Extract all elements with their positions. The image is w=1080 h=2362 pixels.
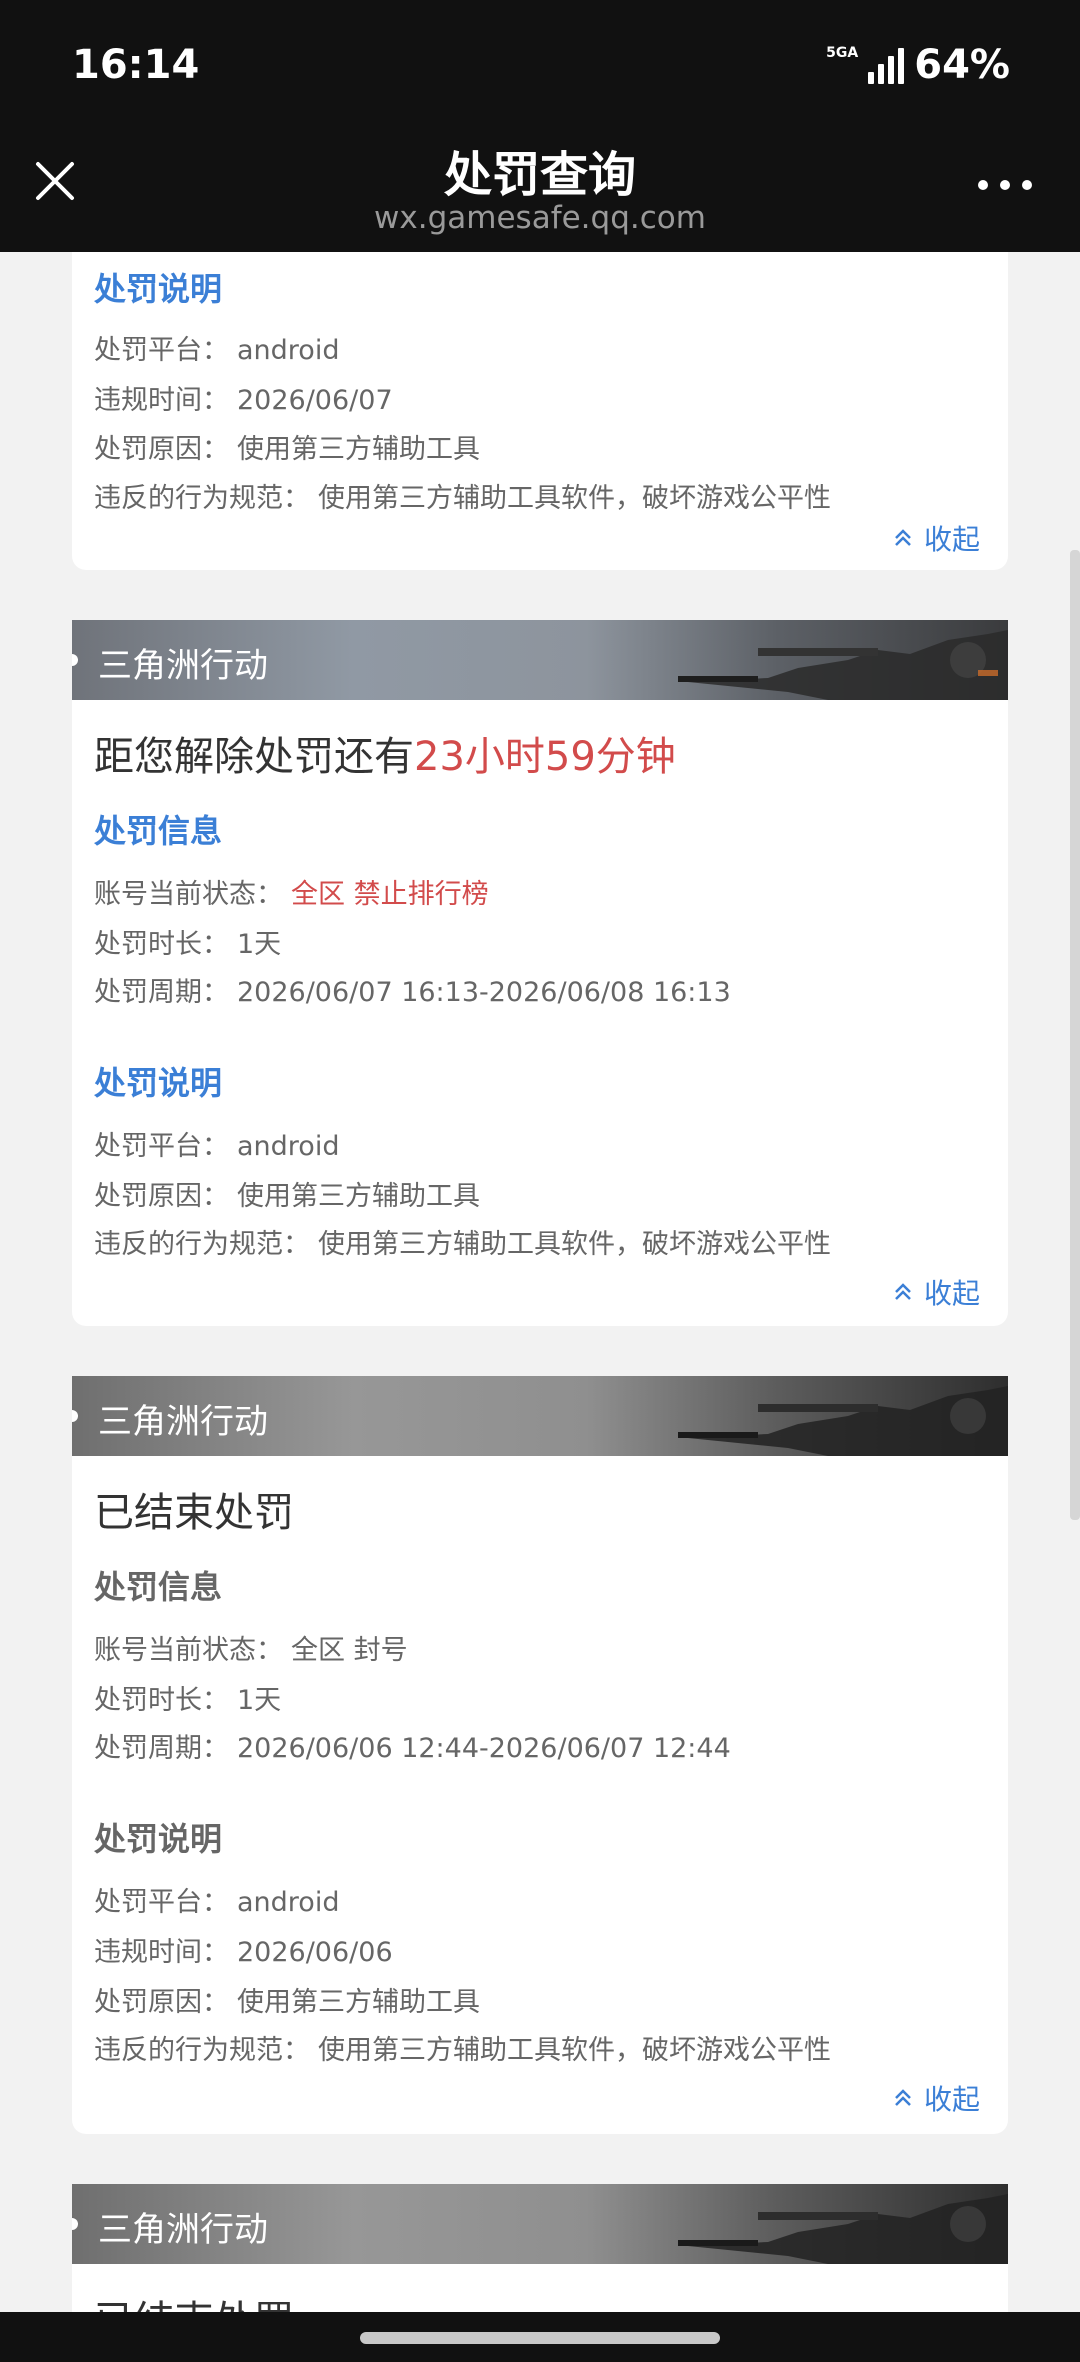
row-label: 违规时间：: [94, 385, 229, 416]
gesture-bar: [0, 2312, 1080, 2362]
game-banner: 三角洲行动: [72, 620, 1008, 700]
period-row: 处罚周期： 2026/06/07 16:13-2026/06/08 16:13: [94, 970, 731, 1009]
row-value: 使用第三方辅助工具: [237, 434, 480, 465]
chevron-up-double-icon: [895, 529, 911, 546]
records-list: 处罚说明 处罚平台： android 违规时间： 2026/06/07 处罚原因： 使…: [0, 252, 1080, 2312]
home-indicator[interactable]: [360, 2332, 720, 2344]
chevron-up-double-icon: [895, 2089, 911, 2106]
penalty-card: 处罚说明 处罚平台： android 违规时间： 2026/06/07 处罚原因： 使…: [72, 252, 1008, 570]
violation-time-row: 违规时间： 2026/06/06: [94, 1930, 393, 1969]
signal-icon: [868, 46, 905, 84]
section-title: 处罚说明: [94, 1820, 223, 1858]
reason-row: 处罚原因： 使用第三方辅助工具: [94, 1174, 480, 1213]
status-row: 账号当前状态： 全区 封号: [94, 1628, 408, 1667]
row-label: 处罚平台：: [94, 1131, 229, 1162]
row-value: 2026/06/06 12:44-2026/06/07 12:44: [237, 1733, 731, 1764]
page-url: wx.gamesafe.qq.com: [374, 200, 706, 236]
game-banner: 三角洲行动: [72, 2184, 1008, 2264]
row-label: 违反的行为规范：: [94, 2035, 310, 2066]
penalty-card: 三角洲行动 已结束处罚 处罚信息 账号当前状态： 全区 封号 处罚时长： 1天 处罚…: [72, 1376, 1008, 2134]
duration-row: 处罚时长： 1天: [94, 1678, 281, 1717]
platform-row: 处罚平台： android: [94, 328, 339, 367]
countdown-text: 距您解除处罚还有23小时59分钟: [94, 724, 676, 782]
rule-row: 违反的行为规范： 使用第三方辅助工具软件，破坏游戏公平性: [94, 476, 831, 515]
row-label: 账号当前状态：: [94, 879, 283, 910]
violation-time-row: 违规时间： 2026/06/07: [94, 378, 393, 417]
duration-row: 处罚时长： 1天: [94, 922, 281, 961]
row-value: 使用第三方辅助工具软件，破坏游戏公平性: [318, 2035, 831, 2066]
row-label: 处罚原因：: [94, 1987, 229, 2018]
row-label: 违反的行为规范：: [94, 483, 310, 514]
row-label: 处罚平台：: [94, 335, 229, 366]
row-label: 处罚时长：: [94, 1685, 229, 1716]
collapse-button[interactable]: 收起: [892, 2078, 980, 2118]
row-value: 全区 禁止排行榜: [291, 879, 489, 910]
row-value: 2026/06/06: [237, 1937, 393, 1968]
row-value: 使用第三方辅助工具: [237, 1181, 480, 1212]
row-label: 违规时间：: [94, 1937, 229, 1968]
section-title: 处罚信息: [94, 812, 223, 850]
ended-text: 已结束处罚: [94, 1490, 294, 1536]
section-title: 处罚说明: [94, 1064, 223, 1102]
row-label: 处罚周期：: [94, 977, 229, 1008]
rule-row: 违反的行为规范： 使用第三方辅助工具软件，破坏游戏公平性: [94, 1222, 831, 1261]
collapse-label: 收起: [923, 523, 980, 556]
rule-row: 违反的行为规范： 使用第三方辅助工具软件，破坏游戏公平性: [94, 2028, 831, 2067]
platform-row: 处罚平台： android: [94, 1124, 339, 1163]
row-label: 处罚平台：: [94, 1887, 229, 1918]
game-name: 三角洲行动: [98, 1402, 268, 1442]
collapse-label: 收起: [923, 1277, 980, 1310]
scrollbar[interactable]: [1070, 550, 1080, 1520]
top-bar: 16:14 5GA 64% 处罚查询 wx.gamesafe.qq.com: [0, 0, 1080, 252]
collapse-button[interactable]: 收起: [892, 1272, 980, 1312]
penalty-card: 三角洲行动 距您解除处罚还有23小时59分钟 处罚信息 账号当前状态： 全区 禁止…: [72, 620, 1008, 1326]
reason-row: 处罚原因： 使用第三方辅助工具: [94, 427, 480, 466]
network-type: 5GA: [826, 45, 859, 61]
collapse-label: 收起: [923, 2083, 980, 2116]
banner-dot: [72, 2218, 78, 2230]
game-name: 三角洲行动: [98, 2210, 268, 2250]
section-title: 处罚说明: [94, 270, 223, 308]
row-label: 处罚时长：: [94, 929, 229, 960]
soldier-art-icon: [678, 2194, 1008, 2264]
row-value: 全区 封号: [291, 1635, 408, 1666]
countdown-value: 23小时59分钟: [414, 734, 676, 780]
row-label: 处罚原因：: [94, 1181, 229, 1212]
platform-row: 处罚平台： android: [94, 1880, 339, 1919]
chevron-up-double-icon: [895, 1283, 911, 1300]
more-options-button[interactable]: [970, 170, 1040, 200]
status-row: 账号当前状态： 全区 禁止排行榜: [94, 872, 489, 911]
banner-dot: [72, 654, 78, 666]
game-name: 三角洲行动: [98, 646, 268, 686]
page-title: 处罚查询: [443, 147, 636, 203]
row-value: 使用第三方辅助工具软件，破坏游戏公平性: [318, 1229, 831, 1260]
row-label: 处罚原因：: [94, 434, 229, 465]
row-value: 使用第三方辅助工具: [237, 1987, 480, 2018]
collapse-button[interactable]: 收起: [892, 518, 980, 558]
status-time: 16:14: [72, 42, 200, 88]
reason-row: 处罚原因： 使用第三方辅助工具: [94, 1980, 480, 2019]
ended-text: 已结束处罚: [94, 2288, 294, 2312]
penalty-card: 三角洲行动 已结束处罚: [72, 2184, 1008, 2312]
row-label: 违反的行为规范：: [94, 1229, 310, 1260]
row-value: android: [237, 335, 340, 366]
soldier-art-icon: [678, 630, 1008, 700]
row-value: 2026/06/07 16:13-2026/06/08 16:13: [237, 977, 731, 1008]
row-value: android: [237, 1887, 340, 1918]
period-row: 处罚周期： 2026/06/06 12:44-2026/06/07 12:44: [94, 1726, 731, 1765]
game-banner: 三角洲行动: [72, 1376, 1008, 1456]
row-label: 账号当前状态：: [94, 1635, 283, 1666]
row-value: 2026/06/07: [237, 385, 393, 416]
row-label: 处罚周期：: [94, 1733, 229, 1764]
countdown-prefix: 距您解除处罚还有: [94, 734, 414, 780]
soldier-art-icon: [678, 1386, 1008, 1456]
row-value: 1天: [237, 1685, 282, 1716]
row-value: android: [237, 1131, 340, 1162]
row-value: 1天: [237, 929, 282, 960]
status-icons: 5GA 64%: [826, 42, 1010, 88]
battery-level: 64%: [914, 42, 1010, 88]
row-value: 使用第三方辅助工具软件，破坏游戏公平性: [318, 483, 831, 514]
banner-dot: [72, 1410, 78, 1422]
section-title: 处罚信息: [94, 1568, 223, 1606]
